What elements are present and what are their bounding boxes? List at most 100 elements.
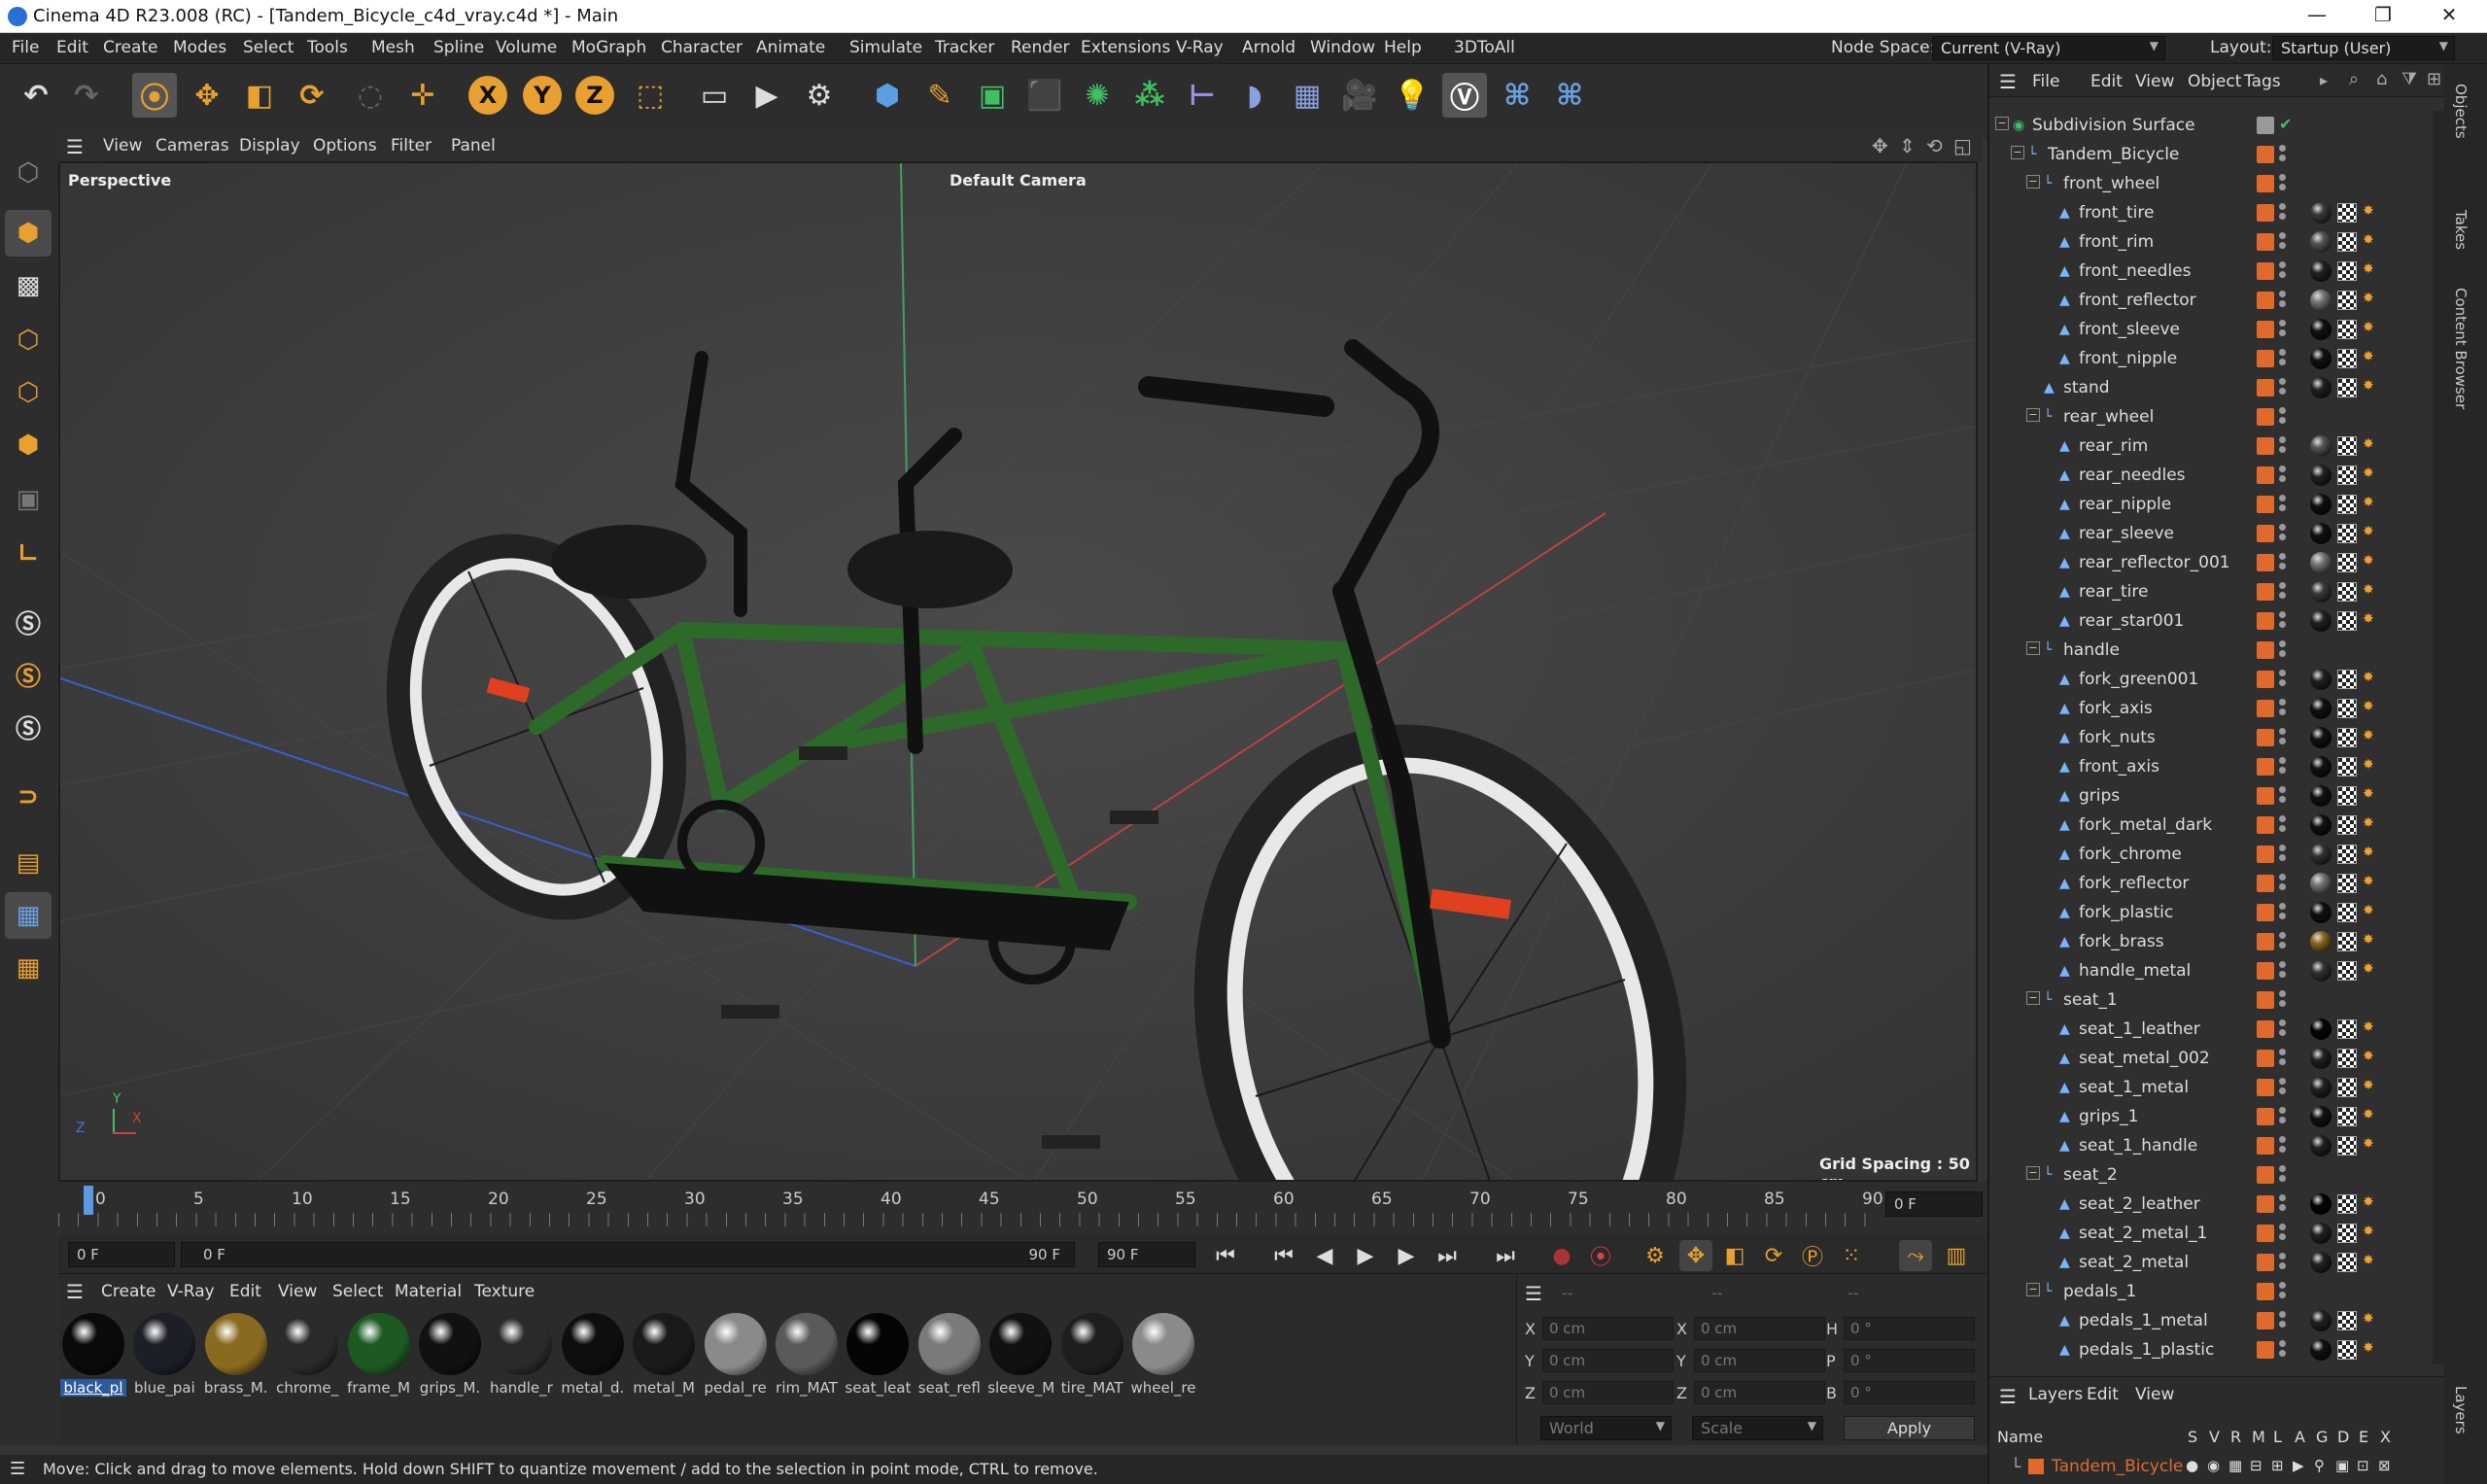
- layer-color[interactable]: [2257, 262, 2274, 280]
- visibility-dots[interactable]: [2279, 1282, 2287, 1301]
- tree-row[interactable]: ▲ rear_tire ✸: [1989, 577, 2432, 606]
- uvw-tag[interactable]: [2337, 903, 2357, 922]
- expand-icon[interactable]: −: [2026, 1166, 2040, 1180]
- visibility-dots[interactable]: [2279, 1078, 2287, 1097]
- filter-icon[interactable]: ⧩: [2401, 69, 2417, 89]
- pos-x-field[interactable]: 0 cm: [1542, 1317, 1674, 1340]
- playhead[interactable]: [84, 1186, 93, 1215]
- visibility-dots[interactable]: [2279, 349, 2287, 368]
- material-tag[interactable]: [2310, 669, 2332, 690]
- uvw-tag[interactable]: [2337, 845, 2357, 864]
- visibility-dots[interactable]: [2279, 845, 2287, 864]
- edges-mode-icon[interactable]: ⬡: [5, 369, 52, 416]
- subdivision-checkbox[interactable]: [2257, 117, 2274, 134]
- uvw-tag[interactable]: [2337, 320, 2357, 339]
- tree-row[interactable]: ▲ handle_metal ✸: [1989, 956, 2432, 985]
- uvw-tag[interactable]: [2337, 378, 2357, 397]
- material-menu-view[interactable]: View: [278, 1282, 317, 1301]
- object-name[interactable]: fork_axis: [2079, 699, 2153, 718]
- menu-extensions[interactable]: Extensions: [1081, 38, 1170, 57]
- planar-workplane-icon[interactable]: ▦: [5, 945, 52, 991]
- uvw-tag[interactable]: [2337, 553, 2357, 572]
- layer-color[interactable]: [2257, 292, 2274, 309]
- previous-frame-icon[interactable]: ◀: [1308, 1240, 1341, 1271]
- material-preview[interactable]: [633, 1313, 696, 1375]
- material-tag[interactable]: [2310, 873, 2332, 894]
- material-swatch[interactable]: grips_M.: [417, 1313, 483, 1410]
- material-tag[interactable]: [2310, 348, 2332, 369]
- layer-flag-toggle[interactable]: ●: [2186, 1457, 2198, 1474]
- tree-row[interactable]: ▲ front_tire ✸: [1989, 198, 2432, 227]
- menu-volume[interactable]: Volume: [496, 38, 557, 57]
- visibility-dots[interactable]: [2279, 582, 2287, 602]
- autokey-icon[interactable]: ⦿: [1584, 1240, 1617, 1271]
- layer-name[interactable]: Tandem_Bicycle: [2052, 1457, 2183, 1476]
- axis-mode-icon[interactable]: ∟: [5, 531, 52, 577]
- phong-tag[interactable]: ✸: [2363, 378, 2382, 397]
- hamburger-icon[interactable]: ☰: [66, 135, 84, 158]
- visibility-dots[interactable]: [2279, 815, 2287, 835]
- frame-range-slider[interactable]: 0 F 90 F: [181, 1242, 1075, 1267]
- uvw-tag[interactable]: [2337, 1311, 2357, 1330]
- menu-render[interactable]: Render: [1011, 38, 1070, 57]
- object-menu-file[interactable]: File: [2032, 72, 2059, 91]
- menu-help[interactable]: Help: [1384, 38, 1422, 57]
- phong-tag[interactable]: ✸: [2363, 232, 2382, 252]
- visibility-dots[interactable]: [2279, 378, 2287, 397]
- menu-simulate[interactable]: Simulate: [849, 38, 922, 57]
- object-name[interactable]: pedals_1_plastic: [2079, 1340, 2214, 1360]
- phong-tag[interactable]: ✸: [2363, 961, 2382, 981]
- end-frame-field[interactable]: 90 F: [1098, 1242, 1195, 1267]
- object-name[interactable]: rear_sleeve: [2079, 524, 2174, 543]
- material-preview[interactable]: [989, 1313, 1053, 1375]
- visibility-dots[interactable]: [2279, 436, 2287, 456]
- object-name[interactable]: rear_nipple: [2079, 495, 2171, 514]
- layer-flag-toggle[interactable]: ⊞: [2271, 1457, 2284, 1474]
- tree-row[interactable]: ▲ rear_reflector_001 ✸: [1989, 548, 2432, 577]
- material-tag[interactable]: [2310, 1106, 2332, 1127]
- tree-row[interactable]: ▲ rear_star001 ✸: [1989, 606, 2432, 636]
- object-name[interactable]: seat_1: [2063, 990, 2118, 1010]
- material-menu-select[interactable]: Select: [332, 1282, 383, 1301]
- expand-icon[interactable]: −: [1995, 117, 2009, 130]
- visibility-dots[interactable]: [2279, 990, 2287, 1010]
- cube-icon[interactable]: ⬢: [865, 73, 910, 118]
- layer-flag-g[interactable]: G: [2316, 1428, 2328, 1446]
- phong-tag[interactable]: ✸: [2363, 1049, 2382, 1068]
- menu-tools[interactable]: Tools: [307, 38, 348, 57]
- material-tag[interactable]: [2310, 785, 2332, 807]
- tree-row[interactable]: − ◉ Subdivision Surface ✔: [1989, 111, 2432, 140]
- layer-color[interactable]: [2257, 1254, 2274, 1271]
- object-name[interactable]: front_needles: [2079, 261, 2191, 281]
- pen-icon[interactable]: ✎: [917, 73, 962, 118]
- layer-flag-toggle[interactable]: ⊠: [2378, 1457, 2391, 1474]
- tree-row[interactable]: ▲ front_nipple ✸: [1989, 344, 2432, 373]
- phong-tag[interactable]: ✸: [2363, 874, 2382, 893]
- tree-row[interactable]: ▲ fork_chrome ✸: [1989, 840, 2432, 869]
- layer-color[interactable]: [2257, 1195, 2274, 1213]
- scale-icon[interactable]: ◧: [237, 73, 282, 118]
- layer-row[interactable]: └ Tandem_Bicycle ● ◉ ▦ ⊟ ⊞ ▶ ⚲ ▣ ⊡ ⊠: [1999, 1453, 2446, 1480]
- object-name[interactable]: front_axis: [2079, 757, 2159, 777]
- uvw-tag[interactable]: [2337, 582, 2357, 602]
- phong-tag[interactable]: ✸: [2363, 1253, 2382, 1272]
- home-icon[interactable]: ⌂: [2376, 69, 2387, 89]
- visibility-dots[interactable]: [2279, 932, 2287, 951]
- menu-modes[interactable]: Modes: [173, 38, 226, 57]
- layer-color[interactable]: [2257, 583, 2274, 601]
- layer-flag-toggle[interactable]: ◉: [2207, 1457, 2220, 1474]
- material-menu-material[interactable]: Material: [395, 1282, 462, 1301]
- uvw-tag[interactable]: [2337, 728, 2357, 747]
- object-name[interactable]: rear_reflector_001: [2079, 553, 2230, 572]
- object-name[interactable]: pedals_1_metal: [2079, 1311, 2208, 1330]
- material-tag[interactable]: [2310, 610, 2332, 632]
- tree-row[interactable]: ▲ grips_1 ✸: [1989, 1102, 2432, 1131]
- tree-row[interactable]: − └ rear_wheel: [1989, 402, 2432, 431]
- object-name[interactable]: grips: [2079, 786, 2120, 806]
- material-preview[interactable]: [846, 1313, 910, 1375]
- tree-row[interactable]: ▲ fork_reflector ✸: [1989, 869, 2432, 898]
- go-to-start-icon[interactable]: ⏮: [1209, 1240, 1242, 1271]
- takes-tab[interactable]: Takes: [2452, 210, 2470, 250]
- material-tag[interactable]: [2310, 465, 2332, 486]
- menu-select[interactable]: Select: [243, 38, 294, 57]
